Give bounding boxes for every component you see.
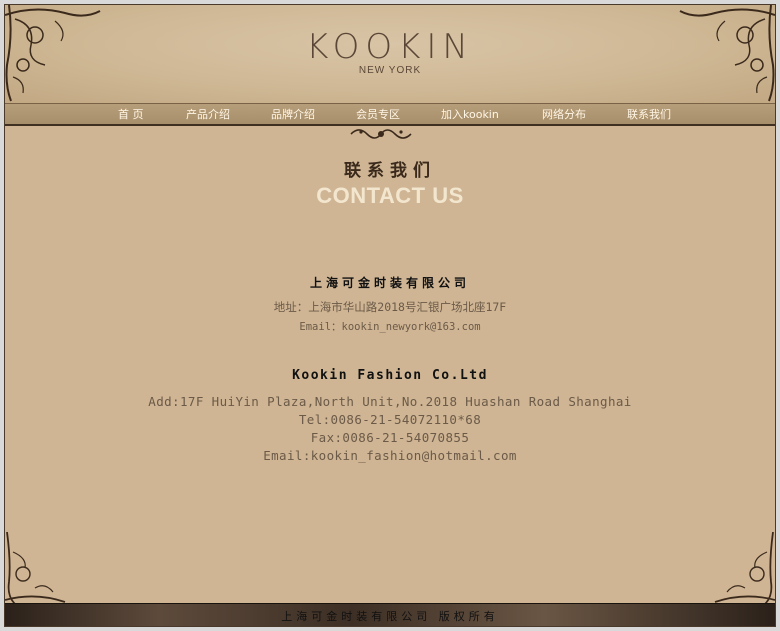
nav-item-contact[interactable]: 联系我们 <box>627 106 671 122</box>
email-cn[interactable]: Email：kookin_newyork@163.com <box>5 319 775 334</box>
company-name-cn: 上海可金时装有限公司 <box>309 276 470 290</box>
page-title-en: CONTACT US <box>316 183 464 208</box>
nav-item-join[interactable]: 加入kookin <box>441 106 499 122</box>
nav-item-network[interactable]: 网络分布 <box>542 106 586 122</box>
nav-item-products[interactable]: 产品介绍 <box>186 106 230 122</box>
page-title-cn: 联系我们 <box>344 161 436 181</box>
brand-logo[interactable]: KOOKIN <box>5 27 775 67</box>
address-en: Add:17F HuiYin Plaza,North Unit,No.2018 … <box>148 394 632 409</box>
email-en[interactable]: Email:kookin_fashion@hotmail.com <box>5 448 775 463</box>
fax-en: Fax:0086-21-54070855 <box>310 430 470 445</box>
main-nav: 首 页 产品介绍 品牌介绍 会员专区 加入kookin 网络分布 联系我们 <box>5 103 775 126</box>
nav-item-home[interactable]: 首 页 <box>118 106 144 122</box>
brand-subtitle: NEW YORK <box>358 65 422 76</box>
page-frame: KOOKIN NEW YORK 首 页 产品介绍 品牌介绍 会员专区 加入koo… <box>4 4 776 627</box>
tel-en: Tel:0086-21-54072110*68 <box>298 412 482 427</box>
nav-item-brand[interactable]: 品牌介绍 <box>271 106 315 122</box>
footer-copyright: 上海可金时装有限公司 版权所有 <box>281 610 499 623</box>
header: KOOKIN NEW YORK <box>5 5 775 103</box>
nav-item-members[interactable]: 会员专区 <box>356 106 400 122</box>
footer: 上海可金时装有限公司 版权所有 <box>5 603 775 626</box>
address-cn: 地址：上海市华山路2018号汇银广场北座17F <box>273 300 507 314</box>
corner-ornament-bottom-left-icon <box>5 532 66 604</box>
divider-ornament-icon <box>350 129 412 139</box>
company-name-en: Kookin Fashion Co.Ltd <box>292 368 488 383</box>
corner-ornament-bottom-right-icon <box>714 532 775 604</box>
